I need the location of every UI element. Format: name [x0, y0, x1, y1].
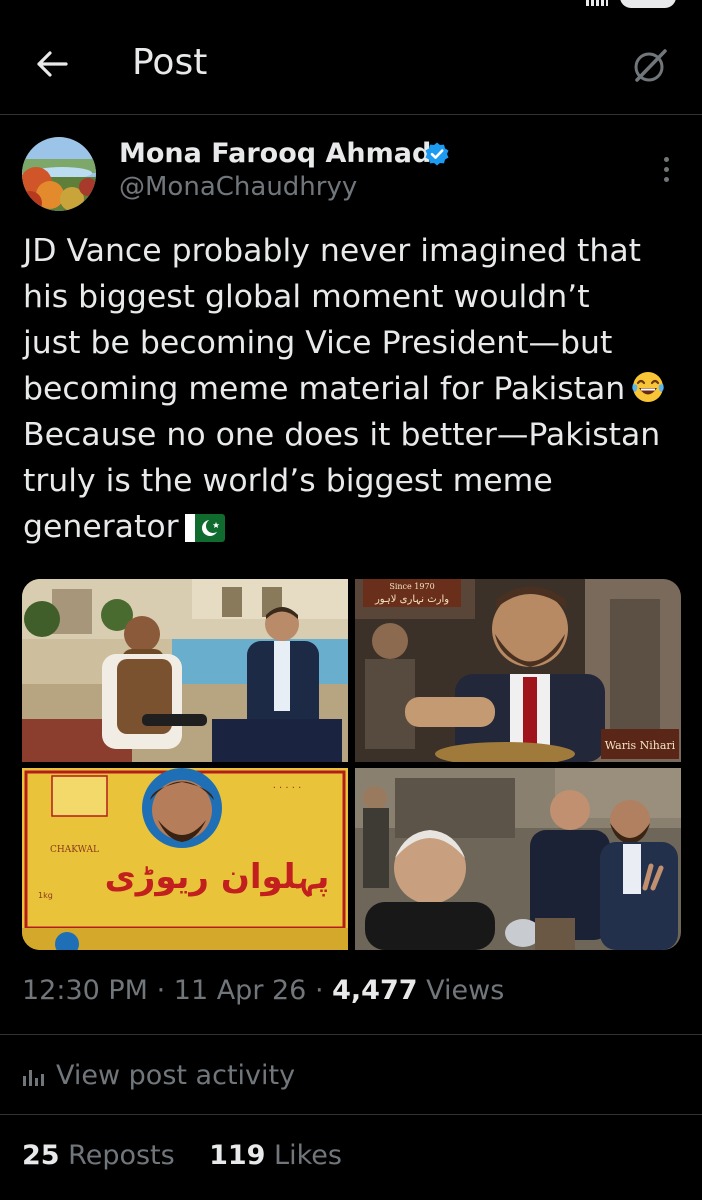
- photo-interview[interactable]: [22, 579, 348, 762]
- meta-separator: ·: [314, 975, 324, 1006]
- avatar[interactable]: [22, 137, 96, 211]
- photo-sweets-box[interactable]: . . . . . CHAKWAL پہلوان ریوڑی 1kg: [22, 768, 348, 950]
- post-line: generator: [23, 509, 179, 545]
- grok-button[interactable]: [626, 44, 674, 88]
- post-text: JD Vance probably never imagined that hi…: [23, 228, 693, 550]
- box-urdu-text: پہلوان ریوڑی: [105, 857, 330, 897]
- more-options-button[interactable]: [652, 152, 680, 186]
- sign-urdu-text: وارث نہاری لاہور: [374, 594, 449, 605]
- sign-since-text: Since 1970: [389, 582, 434, 591]
- post-time: 12:30 PM: [22, 975, 148, 1006]
- likes-count: 119: [209, 1140, 266, 1171]
- photo-selfie-image: [355, 768, 681, 950]
- battery-icon: [620, 0, 676, 8]
- dot-icon: [663, 176, 669, 182]
- svg-text:. . . . .: . . . . .: [273, 780, 302, 791]
- post-line: truly is the world’s biggest meme: [23, 463, 553, 499]
- meta-separator: ·: [156, 975, 166, 1006]
- analytics-icon: [23, 1069, 44, 1086]
- grok-icon: [634, 49, 667, 82]
- activity-divider: [0, 1114, 702, 1115]
- photo-eating-image: Since 1970 وارث نہاری لاہور Waris Nihari: [355, 579, 681, 762]
- meta-divider: [0, 1034, 702, 1035]
- back-button[interactable]: [34, 46, 70, 82]
- post-line: just be becoming Vice President—but: [23, 325, 613, 361]
- arrow-left-icon: [37, 51, 68, 77]
- status-bar: [0, 0, 702, 12]
- media-grid: Since 1970 وارث نہاری لاہور Waris Nihari…: [22, 579, 681, 950]
- reposts-stat[interactable]: 25 Reposts: [22, 1140, 175, 1171]
- page-title: Post: [132, 42, 208, 83]
- avatar-landscape-image: [22, 137, 96, 211]
- post-date: 11 Apr 26: [173, 975, 307, 1006]
- view-post-activity-button[interactable]: View post activity: [22, 1060, 295, 1091]
- post-line: JD Vance probably never imagined that: [23, 233, 642, 269]
- header-divider: [0, 114, 702, 115]
- post-meta: 12:30 PM · 11 Apr 26 · 4,477 Views: [22, 975, 504, 1006]
- verified-badge-icon: [425, 142, 449, 166]
- engagement-stats: 25 Reposts 119 Likes: [22, 1140, 342, 1171]
- top-bar: Post: [0, 30, 702, 104]
- post-line: Because no one does it better—Pakistan: [23, 417, 661, 453]
- box-weight-text: 1kg: [38, 891, 53, 900]
- photo-sweets-box-image: . . . . . CHAKWAL پہلوان ریوڑی 1kg: [22, 768, 348, 950]
- views-count: 4,477: [332, 975, 418, 1006]
- likes-stat[interactable]: 119 Likes: [209, 1140, 342, 1171]
- pakistan-flag-icon: [184, 514, 225, 542]
- reposts-count: 25: [22, 1140, 60, 1171]
- post-line: becoming meme material for Pakistan: [23, 371, 626, 407]
- sign-waris-text: Waris Nihari: [605, 739, 676, 752]
- dot-icon: [663, 166, 669, 172]
- views-label: Views: [426, 975, 505, 1006]
- dot-icon: [663, 156, 669, 162]
- face-with-tears-of-joy-icon: [632, 372, 664, 402]
- photo-selfie[interactable]: [355, 768, 681, 950]
- author-name[interactable]: Mona Farooq Ahmad: [119, 138, 431, 169]
- post-line: his biggest global moment wouldn’t: [23, 279, 590, 315]
- reposts-label: Reposts: [68, 1140, 175, 1171]
- signal-icon: [586, 0, 608, 6]
- photo-interview-image: [22, 579, 348, 762]
- author-handle[interactable]: @MonaChaudhryy: [119, 172, 357, 202]
- box-side-text: CHAKWAL: [50, 845, 99, 855]
- view-post-activity-label: View post activity: [56, 1060, 296, 1091]
- likes-label: Likes: [274, 1140, 342, 1171]
- photo-eating[interactable]: Since 1970 وارث نہاری لاہور Waris Nihari: [355, 579, 681, 762]
